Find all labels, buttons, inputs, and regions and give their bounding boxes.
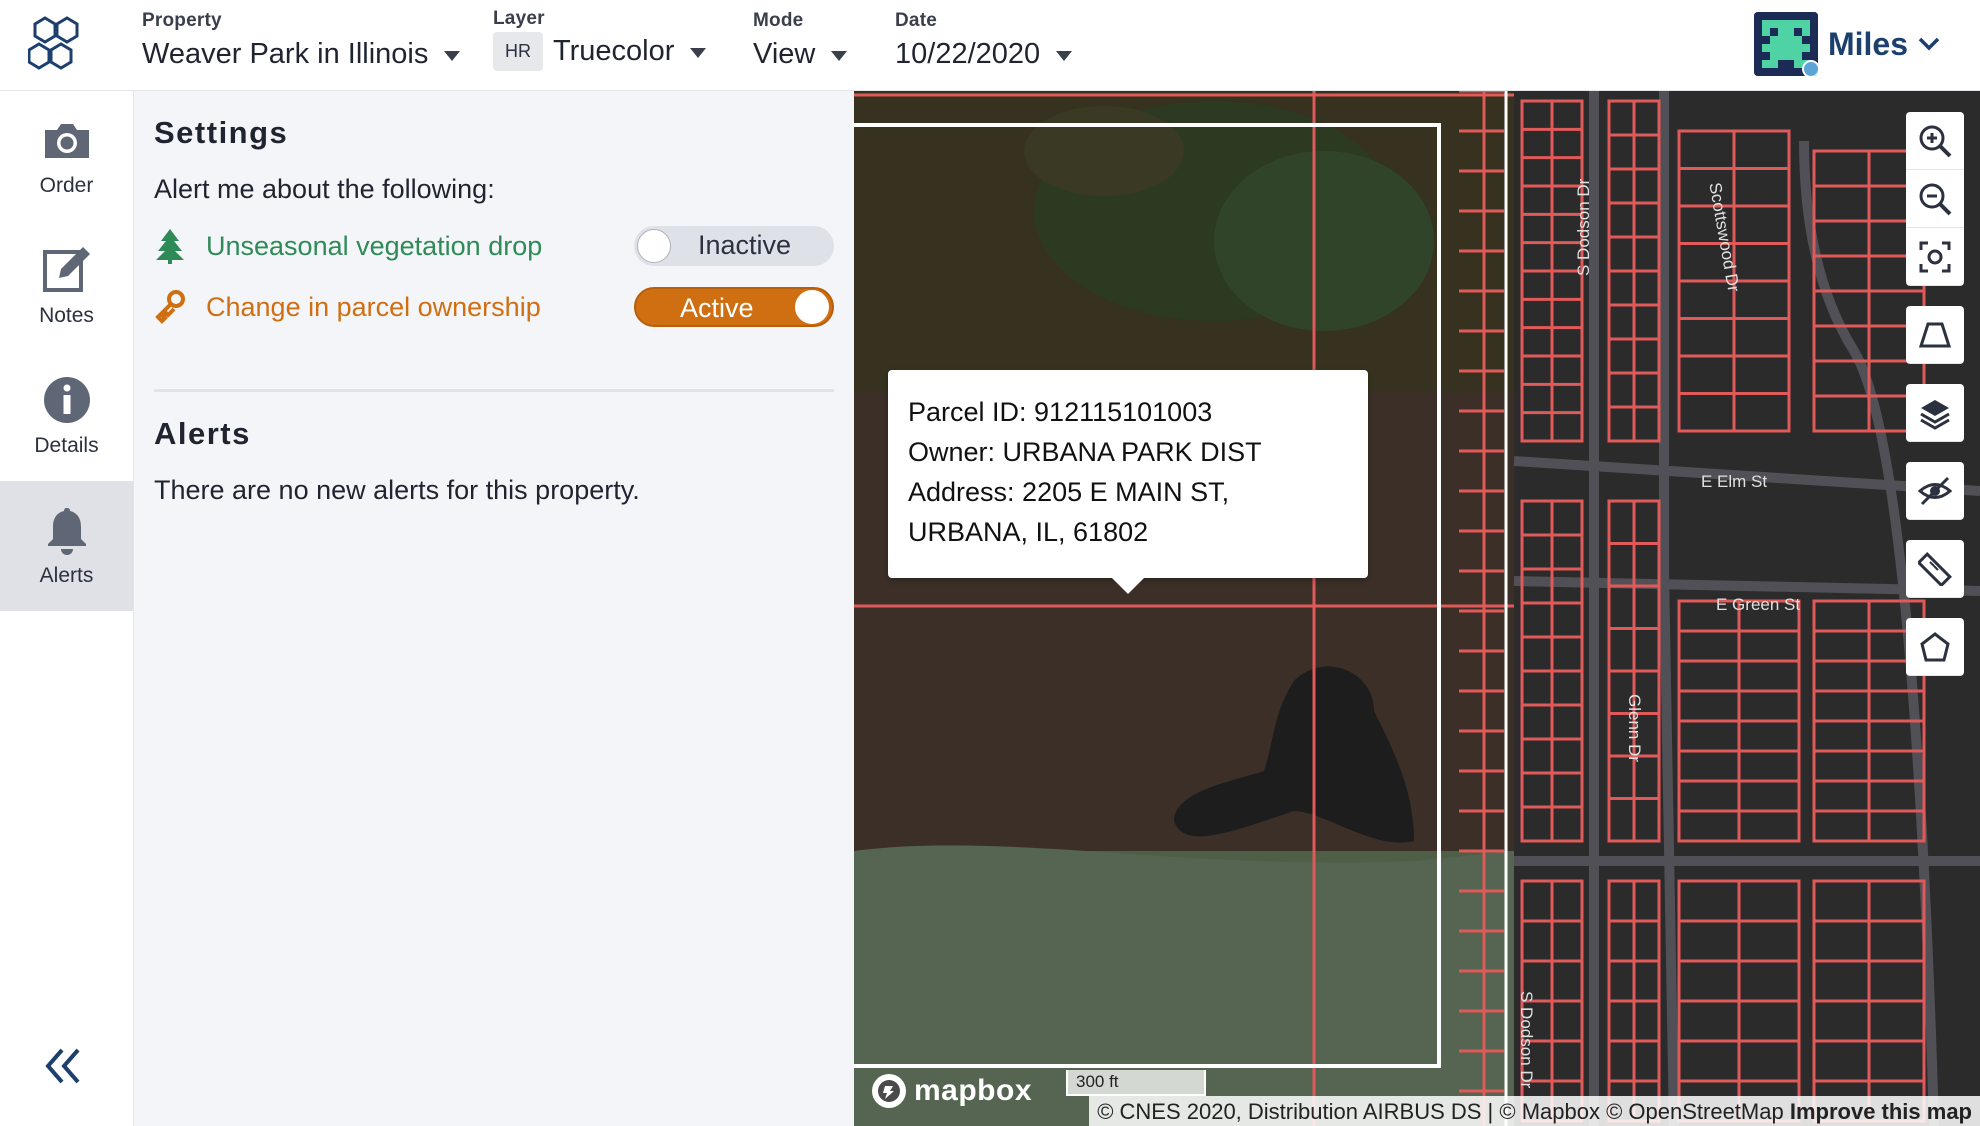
fit-bounds-icon xyxy=(1919,241,1951,272)
settings-panel: Settings Alert me about the following: U… xyxy=(134,91,854,1126)
zoom-out-button[interactable] xyxy=(1906,170,1964,228)
edit-icon xyxy=(42,247,90,292)
top-bar: Property Weaver Park in Illinois Layer H… xyxy=(0,0,1980,91)
fit-bounds-button[interactable] xyxy=(1906,228,1964,286)
collapse-sidebar-icon[interactable] xyxy=(44,1046,84,1086)
hide-icon xyxy=(1918,476,1952,505)
toggle-status: Active xyxy=(680,293,754,323)
chevron-down-icon xyxy=(1918,37,1940,51)
layer-label: Layer xyxy=(493,8,545,29)
map-toolbar xyxy=(1906,112,1964,676)
layer-badge: HR xyxy=(493,32,543,71)
mode-value: View xyxy=(753,38,816,70)
rail-item-label: Details xyxy=(34,434,99,457)
draw-polygon-button[interactable] xyxy=(1906,618,1964,676)
property-value: Weaver Park in Illinois xyxy=(142,38,429,70)
date-value: 10/22/2020 xyxy=(895,38,1041,70)
mode-label: Mode xyxy=(753,10,804,31)
improve-map-link[interactable]: Improve this map xyxy=(1790,1099,1972,1124)
alerts-empty-message: There are no new alerts for this propert… xyxy=(154,475,640,505)
measure-button[interactable] xyxy=(1906,540,1964,598)
rail-item-label: Notes xyxy=(39,304,94,327)
caret-down-icon xyxy=(444,51,461,61)
hide-overlay-button[interactable] xyxy=(1906,462,1964,520)
toggle-status: Inactive xyxy=(698,230,792,260)
caret-down-icon xyxy=(831,51,848,61)
settings-intro: Alert me about the following: xyxy=(154,174,495,204)
street-label: Glenn Dr xyxy=(1625,694,1644,763)
layer-value: Truecolor xyxy=(553,35,675,67)
rail-item-label: Alerts xyxy=(39,564,94,587)
toggle-knob xyxy=(795,290,829,324)
ownership-alert-toggle[interactable]: Active xyxy=(634,287,834,327)
polygon-icon xyxy=(1920,631,1950,661)
left-rail: Order Notes Details Alerts xyxy=(0,91,134,1126)
rail-item-notes[interactable]: Notes xyxy=(0,221,133,351)
map-scale: 300 ft xyxy=(1066,1070,1206,1096)
layer-selector[interactable]: Layer HR Truecolor xyxy=(493,8,707,71)
settings-title: Settings xyxy=(154,115,289,150)
attribution-text[interactable]: © CNES 2020, Distribution AIRBUS DS | © … xyxy=(1097,1099,1784,1124)
alert-setting-vegetation: Unseasonal vegetation drop Inactive xyxy=(154,224,834,268)
zoom-in-icon xyxy=(1919,125,1952,157)
parcel-address-city: URBANA, IL, 61802 xyxy=(908,517,1149,547)
street-label: S Dodson Dr xyxy=(1517,991,1536,1089)
street-label: E Elm St xyxy=(1701,472,1768,491)
mapbox-wordmark: mapbox xyxy=(914,1074,1033,1107)
key-icon xyxy=(155,290,185,324)
ruler-icon xyxy=(1918,551,1952,586)
zoom-in-button[interactable] xyxy=(1906,112,1964,170)
camera-icon xyxy=(44,124,89,158)
alert-setting-ownership: Change in parcel ownership Active xyxy=(154,285,834,329)
mode-selector[interactable]: Mode View xyxy=(753,10,848,71)
section-divider xyxy=(154,389,834,392)
user-name: Miles xyxy=(1827,25,1908,62)
popup-tip xyxy=(1112,578,1144,594)
rail-item-label: Order xyxy=(39,174,94,197)
property-selector[interactable]: Property Weaver Park in Illinois xyxy=(142,10,461,71)
street-label: S Dodson Dr xyxy=(1574,178,1593,276)
street-label: E Green St xyxy=(1716,595,1801,614)
parcel-address: Address: 2205 E MAIN ST, xyxy=(908,477,1230,507)
bell-icon xyxy=(47,508,86,555)
parcel-owner: Owner: URBANA PARK DIST xyxy=(908,437,1262,467)
parcel-id: Parcel ID: 912115101003 xyxy=(908,397,1213,427)
user-menu[interactable]: Miles xyxy=(1753,12,1940,76)
perspective-button[interactable] xyxy=(1906,306,1964,364)
date-selector[interactable]: Date 10/22/2020 xyxy=(895,10,1073,71)
caret-down-icon xyxy=(690,48,707,58)
zoom-out-icon xyxy=(1919,183,1952,215)
avatar xyxy=(1753,12,1818,76)
layers-icon xyxy=(1920,399,1950,430)
status-dot xyxy=(1801,60,1818,76)
parcel-popup: Parcel ID: 912115101003 Owner: URBANA PA… xyxy=(888,370,1368,594)
caret-down-icon xyxy=(1056,51,1073,61)
mapbox-icon xyxy=(872,1074,906,1108)
map-attribution: © CNES 2020, Distribution AIRBUS DS | © … xyxy=(1089,1096,1980,1126)
perspective-icon xyxy=(1918,322,1952,347)
satellite-basemap xyxy=(854,91,1980,1126)
date-label: Date xyxy=(895,10,937,31)
property-label: Property xyxy=(142,10,222,31)
vegetation-alert-toggle[interactable]: Inactive xyxy=(634,226,834,266)
tree-icon xyxy=(156,229,184,264)
rail-item-order[interactable]: Order xyxy=(0,91,133,221)
layers-button[interactable] xyxy=(1906,384,1964,442)
toggle-knob xyxy=(637,229,671,263)
mapbox-logo[interactable]: mapbox xyxy=(870,1072,1032,1110)
alerts-title: Alerts xyxy=(154,416,251,451)
alert-setting-label: Change in parcel ownership xyxy=(206,291,541,322)
app-logo-icon[interactable] xyxy=(28,16,94,72)
alert-setting-label: Unseasonal vegetation drop xyxy=(206,230,543,261)
map-view[interactable]: S Dodson Dr Scottswood Dr E Elm St E Gre… xyxy=(854,91,1980,1126)
rail-item-details[interactable]: Details xyxy=(0,351,133,481)
info-icon xyxy=(43,377,90,423)
rail-item-alerts[interactable]: Alerts xyxy=(0,481,133,611)
